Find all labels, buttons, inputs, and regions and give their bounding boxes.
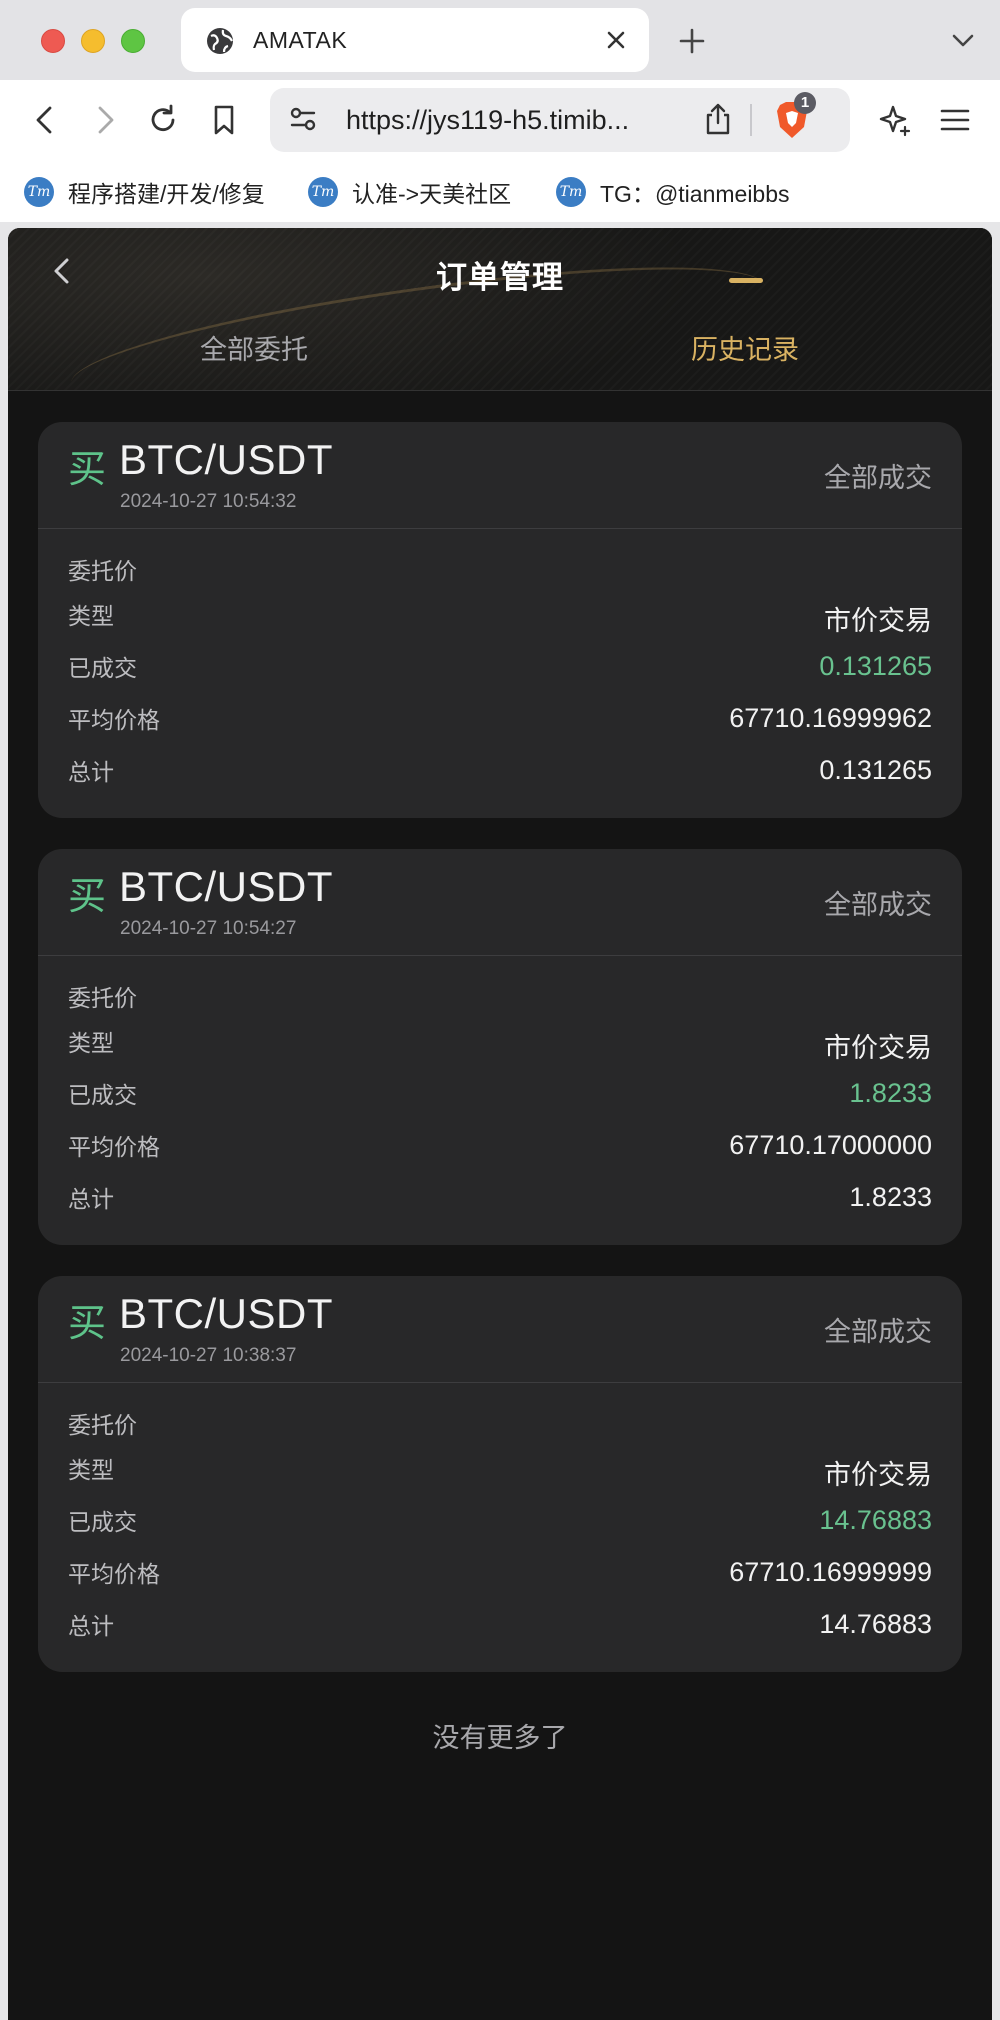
order-tabs: 全部委托 历史记录 <box>8 328 992 390</box>
order-time: 2024-10-27 10:54:32 <box>120 491 297 512</box>
value-type: 市价交易 <box>824 606 932 636</box>
address-bar[interactable]: https://jys119-h5.timib... 1 <box>270 88 850 152</box>
label-total: 总计 <box>68 1613 114 1639</box>
value-filled: 1.8233 <box>849 1078 932 1108</box>
order-card-header: 买 BTC/USDT 2024-10-27 10:54:32 全部成交 <box>38 422 962 529</box>
order-status: 全部成交 <box>824 890 932 920</box>
label-price: 委托价 <box>68 558 137 584</box>
back-icon[interactable] <box>28 103 62 137</box>
order-time: 2024-10-27 10:54:27 <box>120 918 297 939</box>
app-header: 订单管理 全部委托 历史记录 <box>8 228 992 390</box>
label-filled: 已成交 <box>68 655 137 681</box>
site-settings-icon[interactable] <box>288 104 318 134</box>
order-card[interactable]: 买 BTC/USDT 2024-10-27 10:54:32 全部成交 委托价 … <box>38 422 962 818</box>
new-tab-icon[interactable] <box>678 27 706 55</box>
value-total: 0.131265 <box>819 755 932 785</box>
value-filled: 14.76883 <box>819 1505 932 1535</box>
label-filled: 已成交 <box>68 1082 137 1108</box>
value-type: 市价交易 <box>824 1033 932 1063</box>
bookmark-favicon-icon: Tm <box>308 177 338 207</box>
order-card-header: 买 BTC/USDT 2024-10-27 10:38:37 全部成交 <box>38 1276 962 1383</box>
label-avg-price: 平均价格 <box>68 1134 160 1160</box>
label-price: 委托价 <box>68 1412 137 1438</box>
tab-all-orders[interactable]: 全部委托 <box>154 328 354 367</box>
trading-pair: BTC/USDT <box>119 863 333 910</box>
chevron-down-icon[interactable] <box>950 29 976 51</box>
label-type: 类型 <box>68 1457 114 1483</box>
share-icon[interactable] <box>702 102 734 136</box>
label-type: 类型 <box>68 1030 114 1056</box>
value-avg-price: 67710.16999999 <box>729 1557 932 1587</box>
trading-pair: BTC/USDT <box>119 436 333 483</box>
browser-tab-bar: AMATAK <box>0 0 1000 80</box>
browser-tab[interactable]: AMATAK <box>181 8 649 72</box>
label-total: 总计 <box>68 1186 114 1212</box>
leo-ai-icon[interactable] <box>878 103 912 137</box>
url-text[interactable]: https://jys119-h5.timib... <box>346 105 676 136</box>
value-total: 1.8233 <box>849 1182 932 1212</box>
value-avg-price: 67710.16999962 <box>729 703 932 733</box>
value-filled: 0.131265 <box>819 651 932 681</box>
order-side: 买 <box>68 876 107 918</box>
label-total: 总计 <box>68 759 114 785</box>
value-type: 市价交易 <box>824 1460 932 1490</box>
bookmark-label: 认准->天美社区 <box>352 181 512 207</box>
label-avg-price: 平均价格 <box>68 1561 160 1587</box>
page-title: 订单管理 <box>436 260 564 295</box>
app-viewport: 订单管理 全部委托 历史记录 买 BTC/USDT 2024-10-27 10:… <box>8 228 992 2020</box>
shields-count-badge: 1 <box>794 92 816 114</box>
globe-icon <box>207 28 233 54</box>
minimize-window-button[interactable] <box>81 29 105 53</box>
order-card-header: 买 BTC/USDT 2024-10-27 10:54:27 全部成交 <box>38 849 962 956</box>
label-type: 类型 <box>68 603 114 629</box>
bookmark-label: 程序搭建/开发/修复 <box>68 181 265 207</box>
label-price: 委托价 <box>68 985 137 1011</box>
tab-history[interactable]: 历史记录 <box>645 328 845 367</box>
menu-icon[interactable] <box>938 103 972 137</box>
end-of-list-text: 没有更多了 <box>432 1723 568 1753</box>
bookmark-item[interactable]: Tm 程序搭建/开发/修复 <box>24 174 265 210</box>
bookmark-favicon-icon: Tm <box>556 177 586 207</box>
label-avg-price: 平均价格 <box>68 707 160 733</box>
value-total: 14.76883 <box>819 1609 932 1639</box>
browser-toolbar: https://jys119-h5.timib... 1 <box>0 80 1000 162</box>
forward-icon[interactable] <box>88 103 122 137</box>
order-card[interactable]: 买 BTC/USDT 2024-10-27 10:38:37 全部成交 委托价 … <box>38 1276 962 1672</box>
order-card[interactable]: 买 BTC/USDT 2024-10-27 10:54:27 全部成交 委托价 … <box>38 849 962 1245</box>
bookmark-item[interactable]: Tm 认准->天美社区 <box>308 174 511 210</box>
bookmark-icon[interactable] <box>207 103 241 137</box>
close-tab-icon[interactable] <box>603 27 629 53</box>
trading-pair: BTC/USDT <box>119 1290 333 1337</box>
maximize-window-button[interactable] <box>121 29 145 53</box>
divider <box>750 104 752 136</box>
value-avg-price: 67710.17000000 <box>729 1130 932 1160</box>
order-time: 2024-10-27 10:38:37 <box>120 1345 297 1366</box>
divider <box>8 390 992 391</box>
reload-icon[interactable] <box>146 103 180 137</box>
bookmark-label: TG：@tianmeibbs <box>600 181 790 207</box>
label-filled: 已成交 <box>68 1509 137 1535</box>
order-status: 全部成交 <box>824 463 932 493</box>
order-side: 买 <box>68 1303 107 1345</box>
bookmark-item[interactable]: Tm TG：@tianmeibbs <box>556 174 790 210</box>
bookmark-favicon-icon: Tm <box>24 177 54 207</box>
close-window-button[interactable] <box>41 29 65 53</box>
order-status: 全部成交 <box>824 1317 932 1347</box>
tab-title: AMATAK <box>253 27 348 53</box>
active-tab-indicator <box>729 278 763 283</box>
bookmarks-bar: Tm 程序搭建/开发/修复 Tm 认准->天美社区 Tm TG：@tianmei… <box>0 162 1000 222</box>
order-side: 买 <box>68 449 107 491</box>
